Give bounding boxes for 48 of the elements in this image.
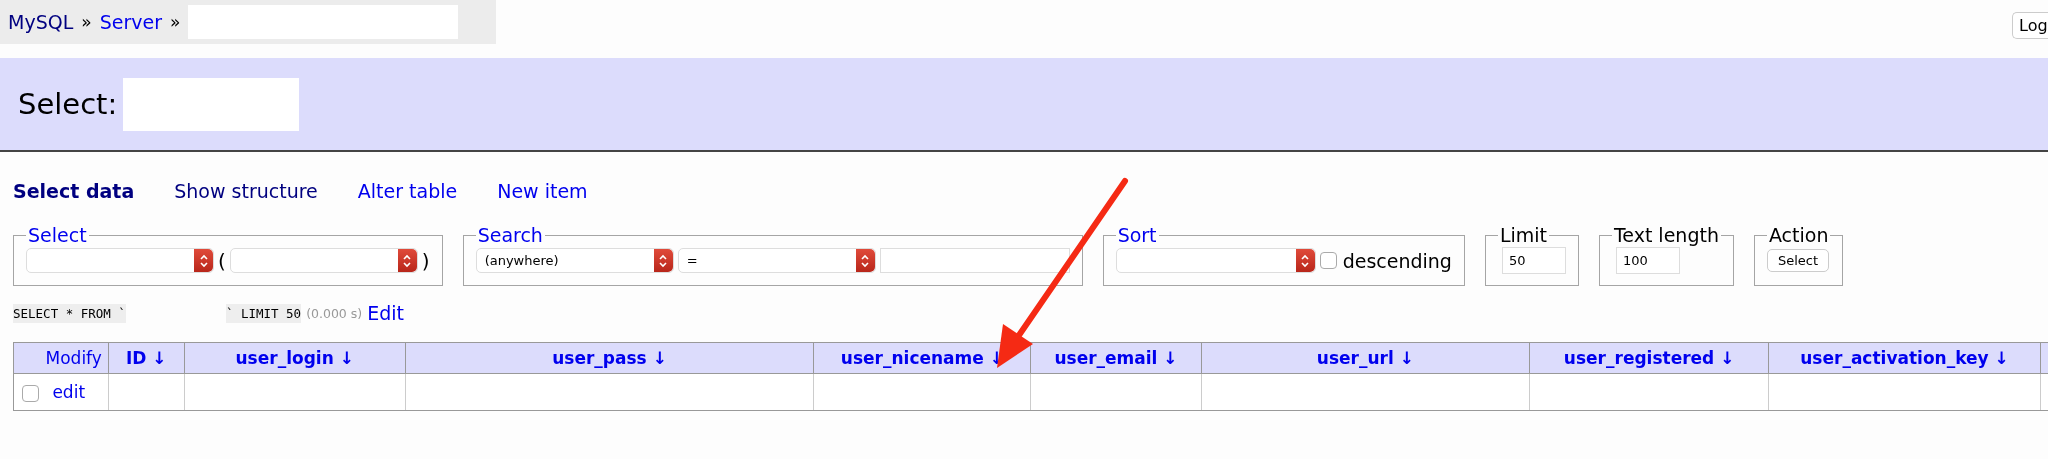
logout-button[interactable]: Log [2012, 12, 2048, 39]
nav-link[interactable]: Show structure [174, 180, 318, 224]
column-header[interactable]: user_url ↓ [1201, 342, 1530, 374]
breadcrumb-link[interactable]: Server [99, 11, 162, 33]
breadcrumb-separator: » [169, 12, 181, 32]
paren-text: ) [421, 248, 430, 273]
checkbox[interactable] [1319, 252, 1337, 269]
search-field[interactable] [879, 248, 1070, 273]
fieldset-legend[interactable]: Sort [1115, 224, 1159, 246]
query-time: (0.000 s) [306, 305, 363, 321]
chevron-updown-icon [198, 253, 209, 268]
column-header[interactable]: Modify [13, 342, 109, 374]
nav-link[interactable]: New item [497, 180, 588, 224]
column-header[interactable]: user_pass ↓ [405, 342, 814, 374]
fieldset-legend: Limit [1497, 224, 1549, 246]
fieldset-legend: Text length [1611, 224, 1721, 246]
edit-link[interactable]: Edit [367, 302, 404, 324]
nav-link[interactable]: Alter table [357, 180, 458, 224]
sql-query-text: ` LIMIT 50 [225, 303, 302, 323]
dropdown[interactable]: (anywhere) [475, 248, 674, 273]
column-header[interactable]: user_login ↓ [184, 342, 406, 374]
dropdown[interactable] [1115, 248, 1316, 273]
column-header[interactable]: ID ↓ [108, 342, 185, 374]
chevron-updown-icon [658, 253, 669, 268]
nav-link[interactable]: Select data [13, 180, 135, 224]
dropdown[interactable] [229, 248, 418, 273]
chevron-updown-icon [860, 253, 871, 268]
paren-text: ( [218, 248, 226, 273]
dropdown[interactable]: = [677, 248, 876, 273]
checkbox-label: descending [1342, 249, 1452, 272]
edit-link[interactable]: edit [52, 382, 86, 402]
fieldset-legend[interactable]: Search [475, 224, 545, 246]
chevron-updown-icon [402, 253, 413, 268]
chevron-updown-icon [1300, 253, 1311, 268]
breadcrumb-separator: » [81, 12, 92, 32]
breadcrumb-link[interactable]: MySQL [8, 11, 74, 33]
fieldset-legend: Action [1766, 224, 1831, 246]
column-header[interactable]: user_registered ↓ [1529, 342, 1769, 374]
dropdown[interactable] [26, 248, 214, 273]
sql-query-text: SELECT * FROM ` [13, 303, 126, 323]
page-title: Select: [18, 87, 118, 121]
fieldset-legend[interactable]: Select [26, 224, 89, 246]
input-field[interactable]: 50 [1501, 247, 1566, 274]
column-header[interactable]: user_activation_key ↓ [1768, 342, 2041, 374]
column-header[interactable]: user_email ↓ [1030, 342, 1202, 374]
input-field[interactable]: 100 [1615, 247, 1680, 274]
select-button[interactable]: Select [1766, 249, 1830, 272]
row-checkbox[interactable] [22, 384, 39, 402]
